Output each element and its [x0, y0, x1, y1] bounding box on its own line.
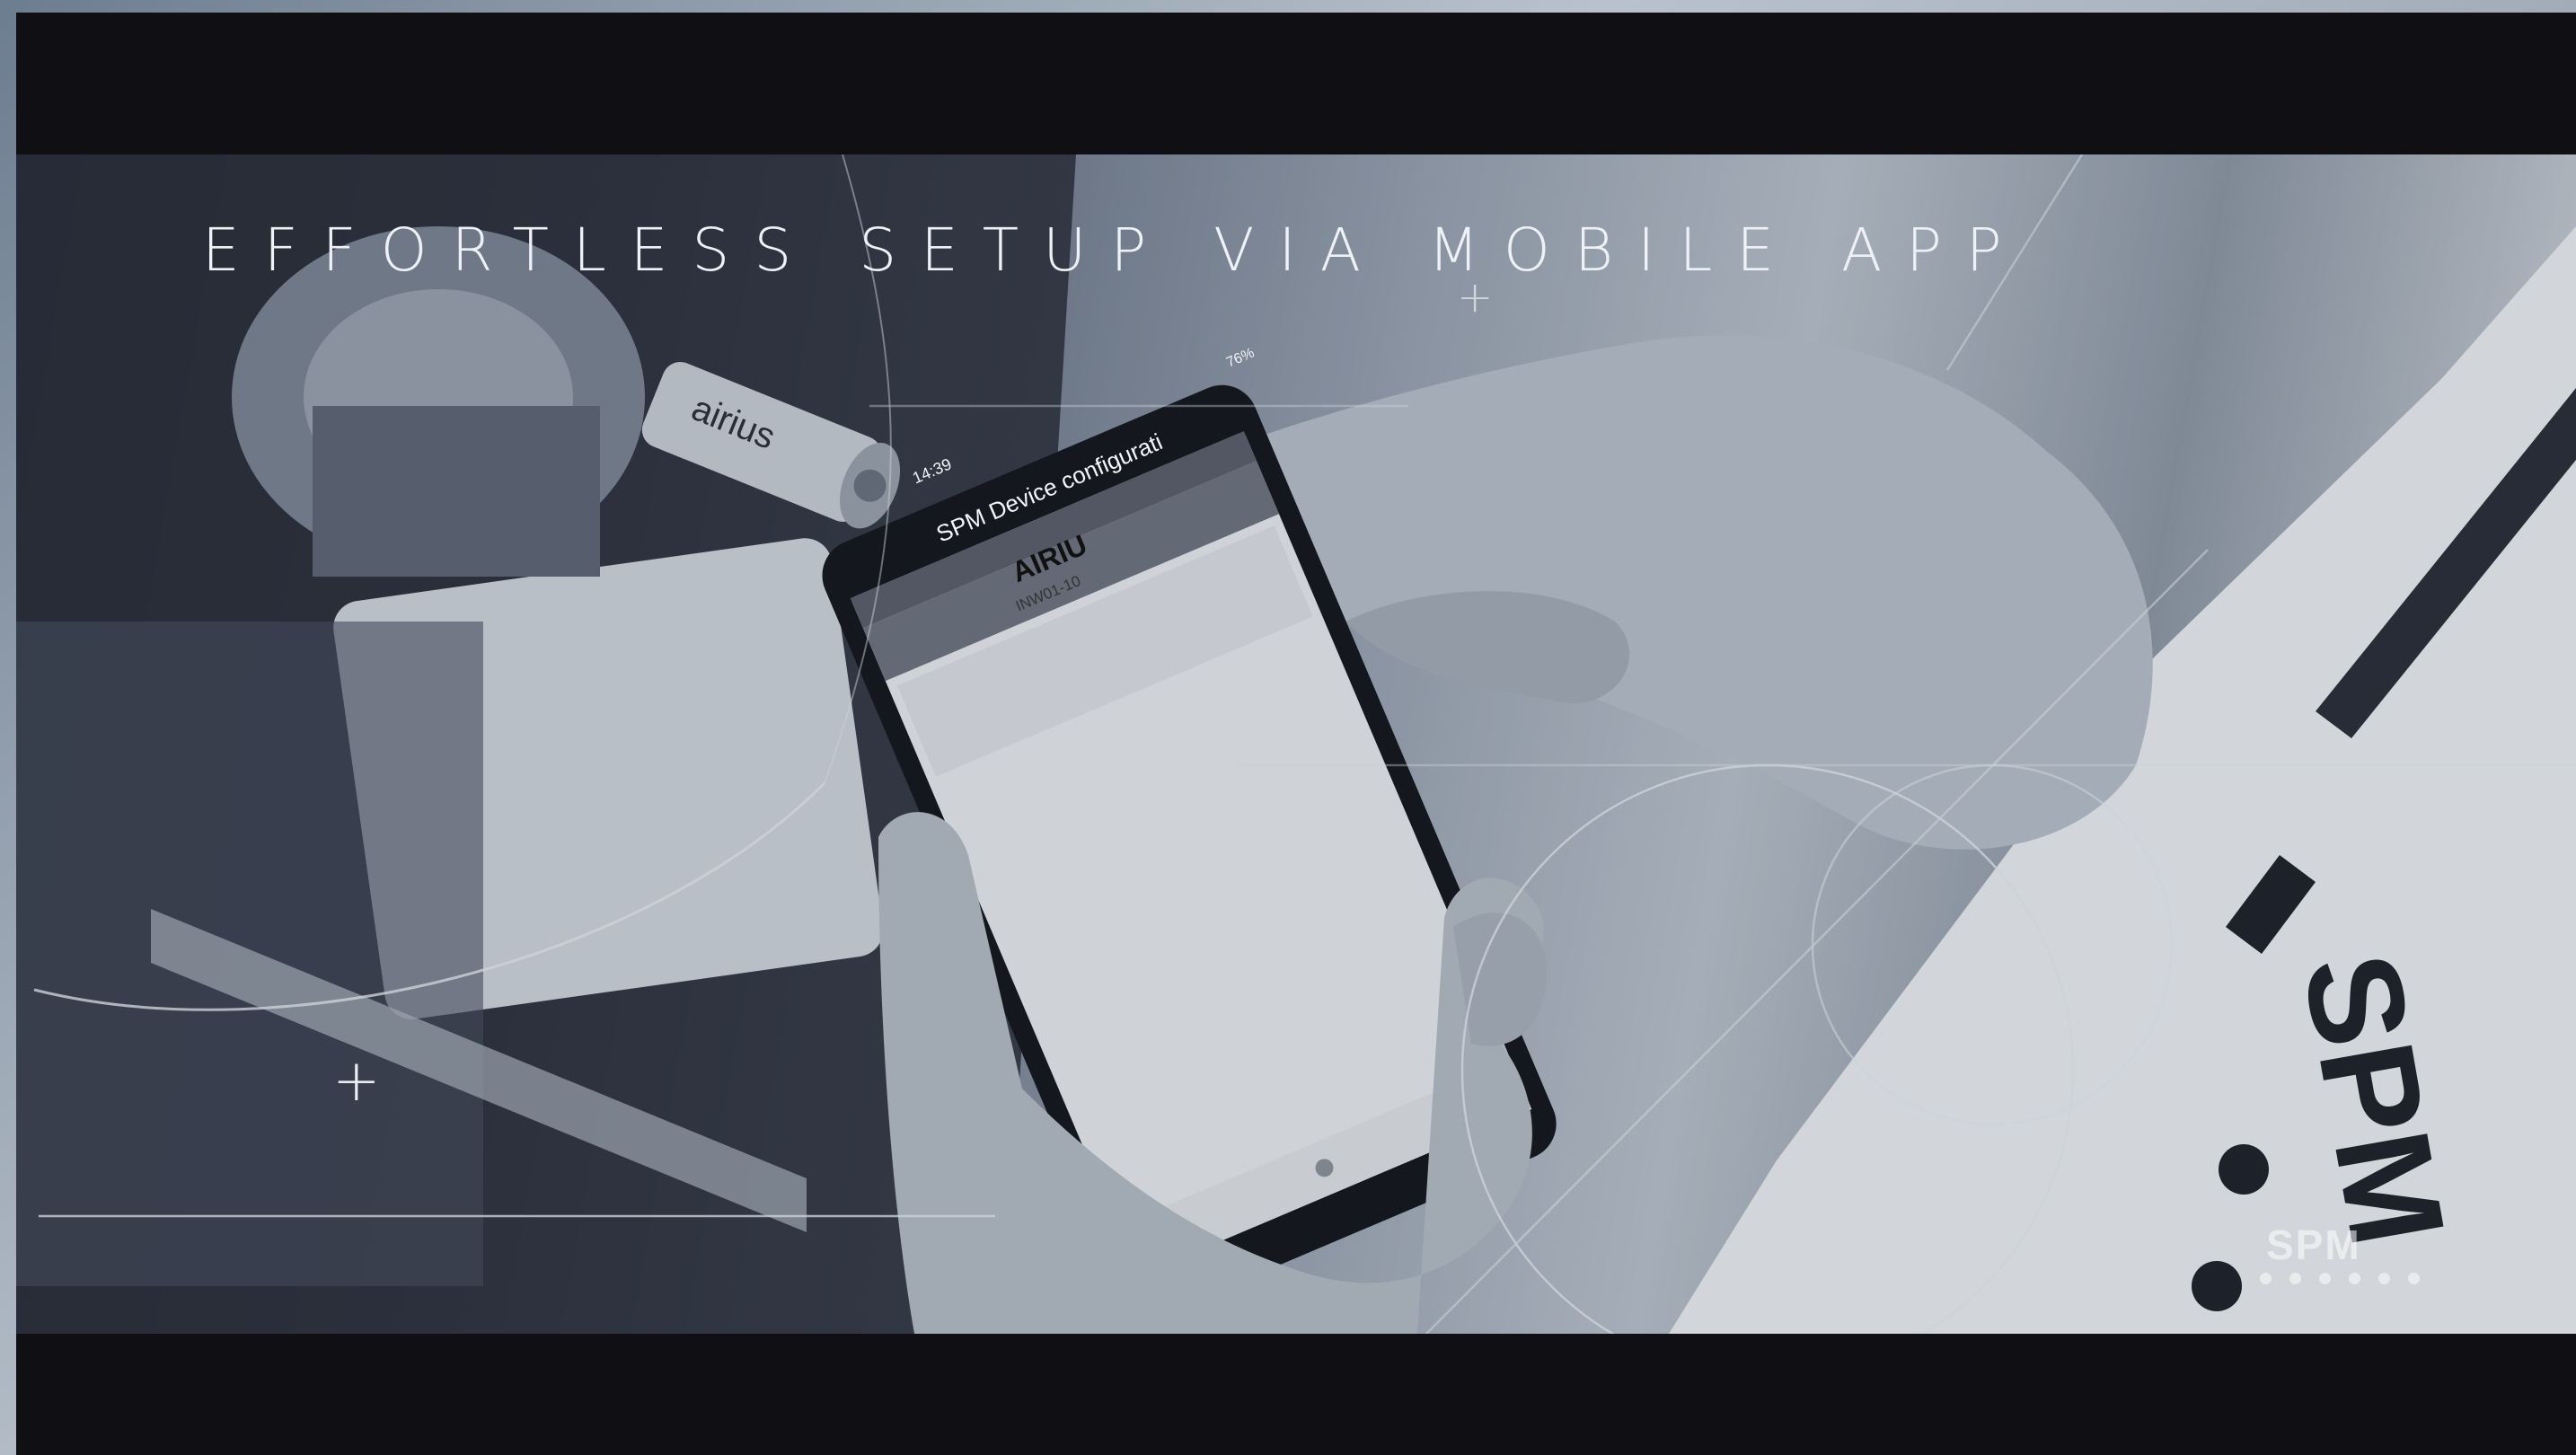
plus-marker: +: [332, 1048, 381, 1115]
video-frame: airius SPM + + 14:39 76% SPM Device conf…: [16, 13, 2576, 1455]
video-still: airius SPM + + 14:39 76% SPM Device conf…: [16, 154, 2576, 1334]
watermark-logo: SPM: [2266, 1221, 2361, 1268]
scene-illustration: airius SPM: [16, 154, 2576, 1334]
headline: EFFORTLESS SETUP VIA MOBILE APP: [202, 216, 2026, 285]
watermark-dots: [2260, 1273, 2420, 1284]
